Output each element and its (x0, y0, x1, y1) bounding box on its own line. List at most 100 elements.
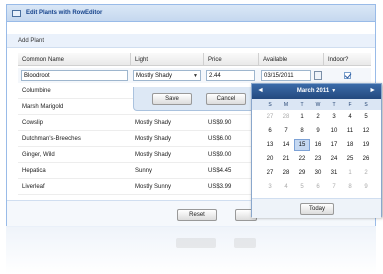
window-icon (12, 10, 21, 17)
next-month-icon[interactable]: ► (369, 87, 376, 94)
cell-light: Sunny (135, 168, 153, 174)
column-header-price[interactable]: Price (208, 57, 222, 63)
calendar-day[interactable]: 30 (310, 167, 326, 179)
calendar-day[interactable]: 5 (358, 111, 374, 123)
grid-column-header: Common Name Light Price Available Indoor… (18, 53, 371, 66)
column-separator (130, 53, 131, 66)
chevron-down-icon: ▼ (331, 88, 337, 94)
cell-price: US$3.99 (208, 184, 232, 190)
save-button[interactable]: Save (152, 93, 192, 105)
available-date-field[interactable]: 03/15/2011 (261, 70, 311, 81)
calendar-day[interactable]: 20 (262, 153, 278, 165)
calendar-day[interactable]: 9 (310, 125, 326, 137)
calendar-day[interactable]: 31 (326, 167, 342, 179)
cell-price: US$9.90 (208, 120, 232, 126)
calendar-day[interactable]: 19 (358, 139, 374, 151)
calendar-day[interactable]: 3 (326, 111, 342, 123)
weekday-label: S (364, 102, 368, 108)
cancel-button[interactable]: Cancel (206, 93, 246, 105)
cell-light: Mostly Shady (135, 152, 172, 158)
calendar-day[interactable]: 3 (262, 181, 278, 193)
common-name-field[interactable]: Bloodroot (21, 70, 128, 81)
today-button[interactable]: Today (300, 203, 334, 215)
calendar-day[interactable]: 17 (326, 139, 342, 151)
calendar-day[interactable]: 21 (278, 153, 294, 165)
month-label: March 2011 (296, 88, 330, 94)
calendar-icon[interactable] (314, 71, 322, 80)
calendar-day-selected[interactable]: 15 (294, 139, 310, 151)
cell-name: Ginger, Wild (22, 152, 55, 158)
cell-name: Hepatica (22, 168, 46, 174)
weekday-label: M (283, 102, 289, 108)
weekday-label: W (315, 102, 321, 108)
calendar-day[interactable]: 7 (278, 125, 294, 137)
price-field[interactable]: 2.44 (206, 70, 255, 81)
calendar-day[interactable]: 23 (310, 153, 326, 165)
column-header-name[interactable]: Common Name (22, 57, 64, 63)
calendar-day[interactable]: 25 (342, 153, 358, 165)
window-titlebar: Edit Plants with RowEditor (7, 5, 375, 22)
window-title: Edit Plants with RowEditor (26, 10, 103, 16)
column-separator (258, 53, 259, 66)
date-picker: ◄ March 2011 ▼ ► SMTWTFS 27 28 1 2 3 4 5 6 7 8 9 10 1… (251, 83, 382, 218)
light-combo[interactable]: Mostly Shady ▼ (133, 70, 201, 81)
reflection-shape (234, 238, 256, 248)
calendar-day[interactable]: 16 (310, 139, 326, 151)
weekday-label: S (268, 102, 272, 108)
calendar-day[interactable]: 6 (262, 125, 278, 137)
calendar-day[interactable]: 9 (358, 181, 374, 193)
column-header-available[interactable]: Available (263, 57, 287, 63)
calendar-day[interactable]: 10 (326, 125, 342, 137)
cell-name: Marsh Marigold (22, 104, 64, 110)
cell-light: Mostly Shady (135, 136, 172, 142)
weekday-label: T (332, 102, 336, 108)
calendar-day[interactable]: 7 (326, 181, 342, 193)
calendar-day[interactable]: 1 (342, 167, 358, 179)
calendar-day[interactable]: 2 (358, 167, 374, 179)
cell-name: Cowslip (22, 120, 44, 126)
light-combo-value: Mostly Shady (136, 73, 173, 79)
calendar-day[interactable]: 22 (294, 153, 310, 165)
calendar-day[interactable]: 11 (342, 125, 358, 137)
reset-button[interactable]: Reset (177, 209, 217, 221)
calendar-day[interactable]: 27 (262, 167, 278, 179)
cell-name: Liverleaf (22, 184, 45, 190)
column-header-indoor[interactable]: Indoor? (328, 57, 348, 63)
calendar-day[interactable]: 24 (326, 153, 342, 165)
calendar-day[interactable]: 4 (278, 181, 294, 193)
calendar-day[interactable]: 2 (310, 111, 326, 123)
calendar-day[interactable]: 5 (294, 181, 310, 193)
weekday-label: T (300, 102, 304, 108)
indoor-checkbox[interactable] (344, 72, 351, 79)
chevron-down-icon[interactable]: ▼ (193, 73, 198, 79)
calendar-day[interactable]: 12 (358, 125, 374, 137)
weekday-header: SMTWTFS (252, 99, 381, 110)
cell-light: Mostly Sunny (135, 184, 172, 190)
calendar-day[interactable]: 29 (294, 167, 310, 179)
calendar-day[interactable]: 27 (262, 111, 278, 123)
cell-price: US$4.45 (208, 168, 232, 174)
cell-name: Columbine (22, 88, 51, 94)
column-separator (323, 53, 324, 66)
row-editor: Bloodroot Mostly Shady ▼ 2.44 03/15/2011 (18, 68, 371, 83)
calendar-day[interactable]: 4 (342, 111, 358, 123)
calendar-day[interactable]: 8 (294, 125, 310, 137)
column-separator (203, 53, 204, 66)
calendar-day[interactable]: 6 (310, 181, 326, 193)
calendar-day[interactable]: 13 (262, 139, 278, 151)
calendar-day[interactable]: 8 (342, 181, 358, 193)
calendar-day[interactable]: 18 (342, 139, 358, 151)
calendar-day[interactable]: 14 (278, 139, 294, 151)
cell-name: Dutchman's-Breeches (22, 136, 81, 142)
calendar-day[interactable]: 26 (358, 153, 374, 165)
calendar-day[interactable]: 28 (278, 111, 294, 123)
calendar-day[interactable]: 1 (294, 111, 310, 123)
column-header-light[interactable]: Light (135, 57, 148, 63)
date-picker-footer: Today (252, 198, 381, 218)
cell-light: Mostly Shady (135, 120, 172, 126)
month-selector[interactable]: March 2011 ▼ (252, 88, 381, 94)
cell-price: US$9.00 (208, 152, 232, 158)
cell-price: US$6.00 (208, 136, 232, 142)
add-plant-button[interactable]: Add Plant (18, 38, 44, 44)
calendar-day[interactable]: 28 (278, 167, 294, 179)
